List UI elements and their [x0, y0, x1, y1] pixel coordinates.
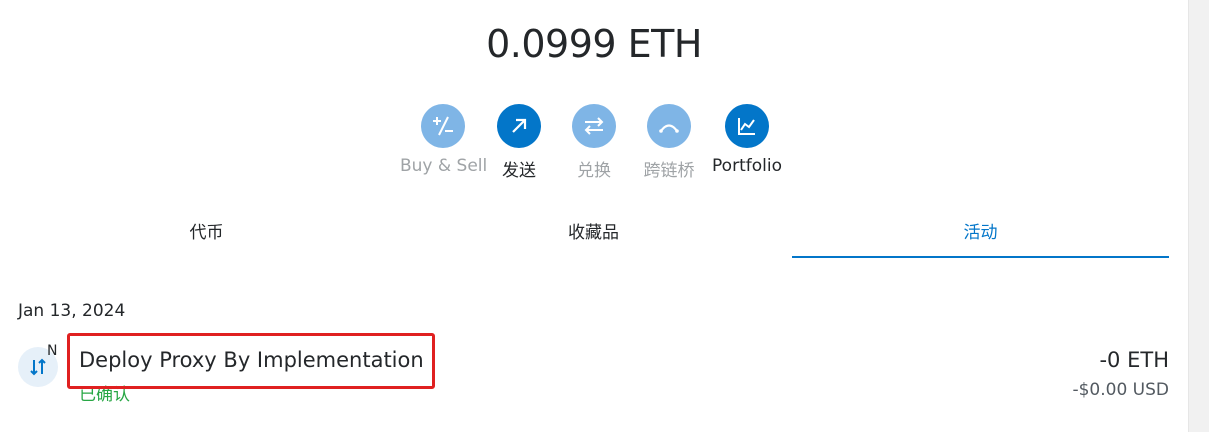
- account-balance: 0.0999 ETH: [486, 22, 702, 66]
- portfolio-button[interactable]: Portfolio: [708, 104, 786, 176]
- tab-nfts[interactable]: 收藏品: [405, 216, 782, 256]
- swap-button[interactable]: 兑换: [571, 104, 617, 181]
- action-buttons: Buy & Sell 发送 兑换 跨链桥 Portfolio: [400, 104, 786, 194]
- network-badge: N: [47, 343, 58, 359]
- swap-icon: [572, 104, 616, 148]
- buy-sell-label: Buy & Sell: [400, 156, 488, 176]
- bridge-button[interactable]: 跨链桥: [642, 104, 696, 181]
- plus-minus-icon: [421, 104, 465, 148]
- send-button[interactable]: 发送: [496, 104, 542, 181]
- activity-date-header: Jan 13, 2024: [18, 301, 126, 321]
- portfolio-label: Portfolio: [712, 156, 782, 176]
- tab-tokens[interactable]: 代币: [18, 216, 395, 256]
- transaction-fiat-amount: -$0.00 USD: [1072, 380, 1169, 400]
- arrow-up-right-icon: [497, 104, 541, 148]
- bridge-icon: [647, 104, 691, 148]
- transaction-title: Deploy Proxy By Implementation: [79, 348, 424, 372]
- transaction-amount: -0 ETH: [1099, 348, 1169, 372]
- scrollbar-track[interactable]: [1188, 0, 1209, 432]
- transaction-row[interactable]: N Deploy Proxy By Implementation 已确认 -0 …: [18, 340, 1169, 410]
- tab-activity[interactable]: 活动: [792, 216, 1169, 258]
- transaction-status: 已确认: [79, 385, 130, 405]
- tab-bar: 代币 收藏品 活动: [18, 216, 1169, 258]
- buy-sell-button[interactable]: Buy & Sell: [400, 104, 488, 176]
- send-label: 发送: [502, 161, 536, 181]
- swap-label: 兑换: [577, 161, 611, 181]
- chart-line-icon: [725, 104, 769, 148]
- bridge-label: 跨链桥: [643, 161, 695, 181]
